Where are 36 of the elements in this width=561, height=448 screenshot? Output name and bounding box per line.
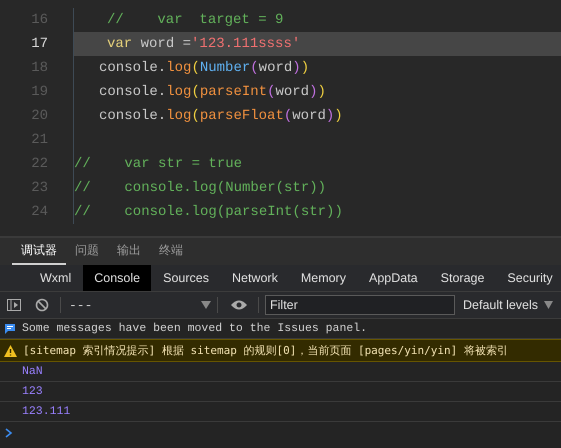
panel-tab[interactable]: 终端 <box>150 238 192 265</box>
sidebar-toggle-icon[interactable] <box>6 297 22 313</box>
code-line: var word ='123.111ssss' <box>107 36 300 52</box>
code-line: // console.log(parseInt(str)) <box>74 204 343 220</box>
code-line: // console.log(Number(str)) <box>74 180 326 196</box>
code-line: // var str = true <box>74 156 242 172</box>
code-line: // var target = 9 <box>107 12 284 28</box>
line-number: 17 <box>30 36 49 52</box>
panel-tab[interactable]: 输出 <box>108 238 150 265</box>
console-message: [sitemap 索引情况提示] 根据 sitemap 的规则[0]，当前页面 [pages/yin/yin] 将被索引 <box>23 343 508 358</box>
caret-icon <box>544 301 554 309</box>
filter-field[interactable]: Filter <box>265 295 455 315</box>
clear-icon[interactable] <box>35 298 49 312</box>
message-icon <box>4 322 16 334</box>
log-output: 123 <box>22 385 43 398</box>
devtools-tab[interactable]: Wxml <box>29 265 82 291</box>
code-line: console.log(parseFloat(word)) <box>99 108 343 124</box>
devtools-tab[interactable]: AppData <box>358 265 429 291</box>
devtools-tab[interactable]: Storage <box>430 265 496 291</box>
warning-icon <box>4 344 17 356</box>
eye-icon[interactable] <box>230 299 248 311</box>
levels-dropdown[interactable]: Default levels <box>463 294 554 316</box>
devtools-tab[interactable]: Security <box>496 265 561 291</box>
panel-tab[interactable]: 问题 <box>66 238 108 265</box>
devtools-tab[interactable]: Sources <box>152 265 220 291</box>
log-output: 123.111 <box>22 405 70 418</box>
code-line: console.log(Number(word)) <box>99 60 310 76</box>
log-output: NaN <box>22 365 43 378</box>
context-dropdown[interactable]: --- <box>61 292 211 318</box>
prompt-chevron-icon <box>5 428 13 438</box>
devtools-tab[interactable]: Memory <box>290 265 357 291</box>
code-line: console.log(parseInt(word)) <box>99 84 326 100</box>
devtools-tab[interactable]: Network <box>220 265 289 291</box>
caret-icon <box>201 301 211 309</box>
devtools-tab[interactable]: Console <box>83 265 152 291</box>
console-message: Some messages have been moved to the Issues panel. <box>22 322 368 335</box>
